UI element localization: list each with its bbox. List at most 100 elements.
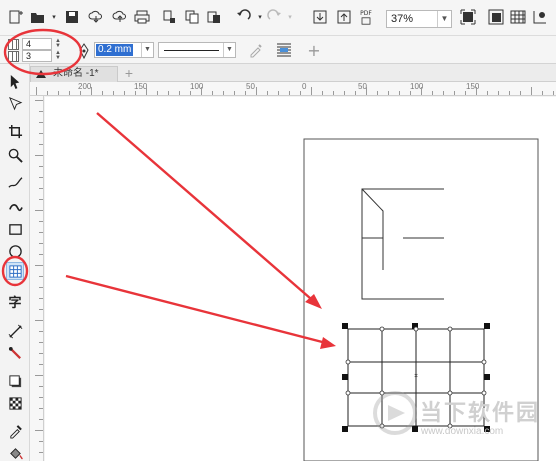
table-rows-control: 4 ▲ ▼: [8, 38, 64, 50]
ruler-tick: [35, 430, 43, 431]
connector-tool-icon[interactable]: [6, 344, 24, 362]
import-icon[interactable]: [312, 8, 328, 26]
table-columns-input[interactable]: 3: [22, 50, 52, 62]
interactive-fill-tool-icon[interactable]: [6, 444, 24, 461]
drop-shadow-tool-icon[interactable]: [6, 372, 24, 390]
ruler-tick: [300, 91, 301, 95]
ruler-tick: [39, 177, 43, 178]
outline-pen-icon[interactable]: [76, 42, 92, 60]
copy-icon[interactable]: [184, 8, 200, 26]
ruler-tick: [399, 91, 400, 95]
add-toolbar-item-icon[interactable]: +: [306, 41, 322, 60]
ruler-tick: [39, 441, 43, 442]
export-pdf-label: PDF: [360, 9, 372, 17]
outline-width-select[interactable]: 0.2 mm ▼: [94, 42, 154, 58]
show-rulers-icon[interactable]: [488, 8, 504, 26]
table-tool-icon[interactable]: [6, 262, 24, 280]
document-tab[interactable]: 未命名 -1*: [30, 66, 118, 82]
ruler-tick: [267, 91, 268, 95]
ruler-tick: [39, 408, 43, 409]
ruler-tick: [179, 91, 180, 95]
ruler-tick: [39, 232, 43, 233]
dimension-tool-icon[interactable]: [6, 322, 24, 340]
pick-tool-icon[interactable]: [6, 72, 24, 90]
cloud-upload-icon[interactable]: [112, 8, 128, 26]
text-tool-icon[interactable]: 字: [6, 292, 24, 311]
add-tab-icon[interactable]: +: [122, 66, 136, 80]
ruler-tick: [311, 87, 312, 95]
print-icon[interactable]: [134, 8, 150, 26]
paste-icon[interactable]: [206, 8, 222, 26]
ruler-tick: [39, 353, 43, 354]
ruler-tick: [39, 309, 43, 310]
ruler-tick: [256, 87, 257, 95]
export-icon[interactable]: [336, 8, 352, 26]
save-icon[interactable]: [64, 8, 80, 26]
ruler-tick: [124, 91, 125, 95]
line-style-select[interactable]: ▼: [158, 42, 236, 58]
ruler-tick: [80, 91, 81, 95]
ruler-tick: [58, 91, 59, 95]
ruler-tick: [344, 91, 345, 95]
cut-icon[interactable]: [162, 8, 178, 26]
ruler-tick: [39, 419, 43, 420]
ruler-tick: [102, 91, 103, 95]
crop-tool-icon[interactable]: [6, 122, 24, 140]
ruler-tick: [245, 91, 246, 95]
rows-spinner-icon[interactable]: ▲ ▼: [54, 38, 62, 50]
ruler-tick: [39, 397, 43, 398]
wrap-paragraph-icon[interactable]: [276, 41, 292, 59]
open-dropdown-icon[interactable]: ▾: [46, 8, 62, 26]
ruler-tick: [168, 91, 169, 95]
redo-icon[interactable]: [266, 8, 282, 26]
ruler-tick: [190, 91, 191, 95]
eyedropper-tool-icon[interactable]: [6, 422, 24, 440]
ruler-tick: [35, 155, 43, 156]
cloud-download-icon[interactable]: [88, 8, 104, 26]
freehand-tool-icon[interactable]: [6, 174, 24, 192]
chevron-down-icon: ▼: [223, 43, 235, 57]
line-style-preview: [164, 50, 219, 51]
ruler-tick: [476, 87, 477, 95]
ruler-tick: [289, 91, 290, 95]
export-pdf-icon[interactable]: PDF: [358, 8, 374, 26]
open-folder-icon[interactable]: [30, 8, 46, 26]
table-rows-input[interactable]: 4: [22, 38, 52, 50]
ruler-tick: [498, 91, 499, 95]
artistic-media-tool-icon[interactable]: [6, 198, 24, 216]
transparency-tool-icon[interactable]: [6, 394, 24, 412]
ruler-tick: [39, 342, 43, 343]
ruler-tick: [39, 166, 43, 167]
ruler-tick: [366, 87, 367, 95]
ruler-tick: [35, 320, 43, 321]
snap-options-icon[interactable]: [532, 8, 548, 26]
ruler-tick: [39, 221, 43, 222]
ruler-tick: [39, 386, 43, 387]
ruler-tick: [39, 287, 43, 288]
table-rows-icon: [8, 39, 19, 50]
zoom-level-select[interactable]: 37% ▼: [386, 10, 452, 28]
ruler-tick: [39, 144, 43, 145]
ruler-tick: [465, 91, 466, 95]
eyedropper-disabled-icon[interactable]: [248, 41, 264, 59]
ruler-tick: [520, 91, 521, 95]
ruler-tick: [443, 91, 444, 95]
ruler-tick: [487, 91, 488, 95]
rectangle-tool-icon[interactable]: [6, 220, 24, 238]
ellipse-tool-icon[interactable]: [6, 242, 24, 260]
new-document-icon[interactable]: [8, 8, 24, 26]
shape-tool-icon[interactable]: [6, 94, 24, 112]
watermark-url: www.downxia.com: [421, 426, 504, 437]
vertical-ruler: [30, 96, 44, 461]
redo-dropdown-icon[interactable]: ▾: [282, 8, 298, 26]
full-screen-icon[interactable]: [460, 8, 476, 26]
ruler-tick: [91, 87, 92, 95]
app-window: ▾ ▾ ▾ PDF 37% ▼ 4 ▲ ▼ 3 ▲ ▼ 0.2 mm ▼ ▼ +…: [0, 0, 556, 461]
show-grid-icon[interactable]: [510, 8, 526, 26]
columns-spinner-icon[interactable]: ▲ ▼: [54, 50, 62, 62]
zoom-tool-icon[interactable]: [6, 146, 24, 164]
undo-icon[interactable]: [236, 8, 252, 26]
ruler-tick: [432, 91, 433, 95]
ruler-tick: [388, 91, 389, 95]
ruler-tick: [509, 91, 510, 95]
